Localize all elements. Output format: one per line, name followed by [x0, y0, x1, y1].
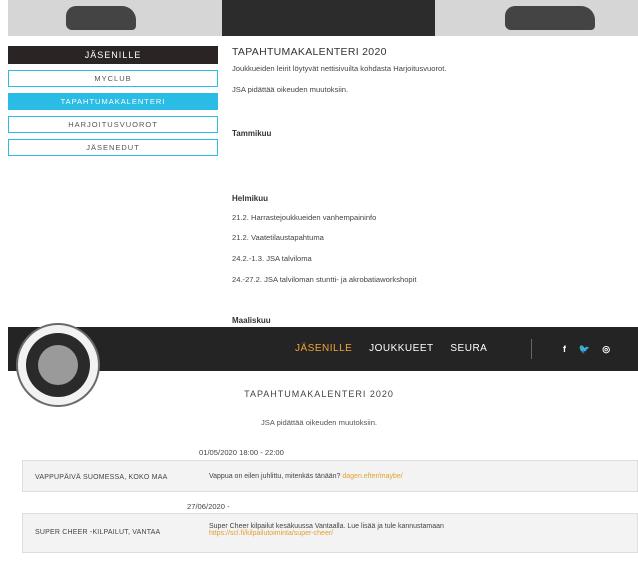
sidebar-item-jasenedut[interactable]: JÄSENEDUT: [8, 139, 218, 156]
event-link[interactable]: dagen.efter/maybe/: [342, 473, 402, 480]
instagram-icon[interactable]: ◎: [602, 344, 610, 354]
sidebar-item-harjoitusvuorot[interactable]: HARJOITUSVUOROT: [8, 116, 218, 133]
facebook-icon[interactable]: f: [563, 344, 566, 354]
jaguar-icon: [38, 345, 78, 385]
page-title: TAPAHTUMAKALENTERI 2020: [232, 46, 387, 58]
section-note: JSA pidättää oikeuden muutoksiin.: [260, 418, 378, 427]
event-date: 27/06/2020 -: [187, 502, 230, 511]
disclaimer-text: JSA pidättää oikeuden muutoksiin.: [232, 85, 349, 94]
event-date: 01/05/2020 18:00 - 22:00: [199, 448, 284, 457]
banner-cheer-figures-right: [505, 6, 595, 30]
social-icons: f 🐦 ◎: [563, 327, 620, 371]
month-heading-march: Maaliskuu: [232, 316, 271, 325]
event-desc-text: Super Cheer kilpailut kesäkuussa Vantaal…: [209, 523, 444, 530]
banner-right-photo: [435, 0, 638, 36]
sidebar-header: JÄSENILLE: [8, 46, 218, 64]
event-item: 21.2. Vaatetilaustapahtuma: [232, 233, 324, 242]
nav-links: JÄSENILLE JOUKKUEET SEURA: [295, 327, 501, 371]
event-description: Super Cheer kilpailut kesäkuussa Vantaal…: [209, 523, 629, 537]
event-desc-text: Vappua on eilen juhlittu, mitenkäs tänää…: [209, 473, 341, 480]
event-item: 24.-27.2. JSA talviloman stuntti- ja akr…: [232, 275, 417, 284]
event-name: SUPER CHEER -KILPAILUT, VANTAA: [35, 529, 161, 536]
intro-text: Joukkueiden leirit löytyvät nettisivuilt…: [232, 64, 447, 73]
sidebar-item-tapahtumakalenteri[interactable]: TAPAHTUMAKALENTERI: [8, 93, 218, 110]
banner-left-photo: [8, 0, 222, 36]
sidebar-menu: JÄSENILLE MYCLUB TAPAHTUMAKALENTERI HARJ…: [8, 46, 218, 162]
section-title: TAPAHTUMAKALENTERI 2020: [244, 389, 394, 399]
nav-link-jasenille[interactable]: JÄSENILLE: [295, 343, 352, 354]
sidebar-item-myclub[interactable]: MYCLUB: [8, 70, 218, 87]
event-item: 24.2.-1.3. JSA talviloma: [232, 254, 312, 263]
nav-link-seura[interactable]: SEURA: [450, 343, 487, 354]
nav-link-joukkueet[interactable]: JOUKKUEET: [369, 343, 434, 354]
main-navbar: JÄSENILLE JOUKKUEET SEURA f 🐦 ◎: [8, 327, 638, 371]
calendar-content: TAPAHTUMAKALENTERI 2020 Joukkueiden leir…: [232, 46, 632, 326]
month-heading-january: Tammikuu: [232, 129, 272, 138]
event-link[interactable]: https://scl.fi/kilpailutoiminta/super-ch…: [209, 530, 333, 537]
header-banner-image: [8, 0, 638, 36]
event-item: 21.2. Harrastejoukkueiden vanhempaininfo: [232, 213, 377, 222]
event-card[interactable]: SUPER CHEER -KILPAILUT, VANTAA Super Che…: [22, 513, 638, 553]
event-name: VAPPUPÄIVÄ SUOMESSA, KOKO MAA: [35, 474, 168, 481]
banner-cheer-figures: [66, 6, 136, 30]
month-heading-february: Helmikuu: [232, 194, 269, 203]
event-description: Vappua on eilen juhlittu, mitenkäs tänää…: [209, 473, 629, 480]
event-card[interactable]: VAPPUPÄIVÄ SUOMESSA, KOKO MAA Vappua on …: [22, 460, 638, 492]
twitter-icon[interactable]: 🐦: [579, 344, 590, 354]
nav-divider: [531, 339, 532, 359]
